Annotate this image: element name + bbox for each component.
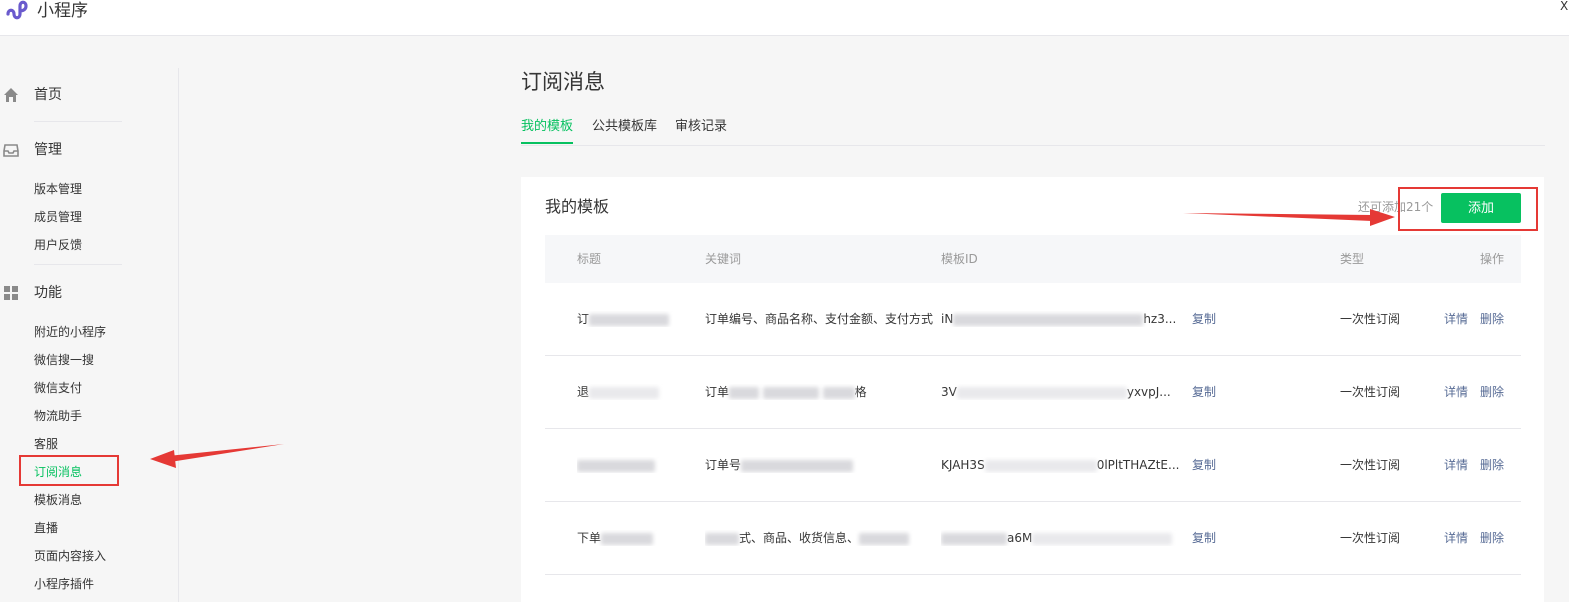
sidebar-divider [34,121,122,122]
column-header-type: 类型 [1340,252,1365,266]
row-title [577,457,697,473]
sidebar-item-member-management[interactable]: 成员管理 [34,208,82,226]
row-keywords: 式、商品、收货信息、 [705,530,937,546]
sidebar-item-label: 管理 [34,142,62,158]
row-type: 一次性订阅 [1340,385,1401,399]
table-row: 订 订单编号、商品名称、支付金额、支付方式 iN hz3... 复制 一次性订阅 … [545,283,1521,356]
copy-link[interactable]: 复制 [1192,530,1216,546]
row-keywords: 订单编号、商品名称、支付金额、支付方式 [705,312,934,326]
row-type: 一次性订阅 [1340,531,1401,545]
tab-bar: 我的模板 公共模板库 审核记录 [521,117,1545,146]
grid-icon [4,286,18,300]
annotation-arrow-sidebar [150,444,284,468]
sidebar-item-home[interactable]: 首页 [0,83,170,107]
sidebar-item-version-management[interactable]: 版本管理 [34,180,82,198]
delete-link[interactable]: 删除 [1480,530,1504,546]
sidebar-item-nearby-mini-programs[interactable]: 附近的小程序 [34,323,106,341]
sidebar-item-label: 首页 [34,87,62,103]
templates-table: 标题 关键词 模板ID 类型 操作 订 订单编号、商品名称、支付金额、支付方式 … [545,235,1521,575]
delete-link[interactable]: 删除 [1480,311,1504,327]
copy-link[interactable]: 复制 [1192,384,1216,400]
sidebar-item-customer-service[interactable]: 客服 [34,435,58,453]
column-header-actions: 操作 [1480,252,1505,266]
delete-link[interactable]: 删除 [1480,457,1504,473]
sidebar-item-user-feedback[interactable]: 用户反馈 [34,236,82,254]
sidebar-divider [178,68,179,602]
row-template-id: iN hz3... [941,312,1177,326]
table-row: 退 订单 格 3V yxvpJ... 复制 一次性订阅 详情 删除 [545,356,1521,429]
tab-public-template-library[interactable]: 公共模板库 [592,117,657,137]
sidebar-item-label: 功能 [34,285,62,301]
table-header: 标题 关键词 模板ID 类型 操作 [545,235,1521,283]
tab-review-records[interactable]: 审核记录 [675,117,727,137]
detail-link[interactable]: 详情 [1444,530,1468,546]
row-title: 下单 [577,530,697,546]
sidebar-item-template-messages[interactable]: 模板消息 [34,491,82,509]
sidebar-divider [34,264,122,265]
detail-link[interactable]: 详情 [1444,384,1468,400]
my-templates-card: 我的模板 还可添加21个 添加 标题 关键词 模板ID 类型 操作 订 订单编号… [521,177,1544,602]
detail-link[interactable]: 详情 [1444,457,1468,473]
row-type: 一次性订阅 [1340,312,1401,326]
tab-my-templates[interactable]: 我的模板 [521,117,573,137]
sidebar-item-features[interactable]: 功能 [0,281,170,305]
row-type: 一次性订阅 [1340,458,1401,472]
inbox-icon [3,144,19,157]
row-template-id: KJAH3S 0lPltTHAZtE... [941,458,1180,472]
sidebar-item-plugins[interactable]: 小程序插件 [34,575,94,593]
column-header-keywords: 关键词 [705,252,742,266]
table-row: 下单 式、商品、收货信息、 a6M 复制 一次性订阅 详情 删除 [545,502,1521,575]
close-icon[interactable]: X [1560,0,1569,12]
sidebar-item-manage[interactable]: 管理 [0,138,170,162]
delete-link[interactable]: 删除 [1480,384,1504,400]
table-row: 订单号 KJAH3S 0lPltTHAZtE... 复制 一次性订阅 详情 删除 [545,429,1521,502]
sidebar-item-logistics-assistant[interactable]: 物流助手 [34,407,82,425]
active-tab-indicator [521,142,573,144]
row-keywords: 订单 格 [705,385,867,399]
home-icon [4,88,18,102]
mini-program-logo-icon [6,0,28,20]
row-title: 订 [577,311,697,327]
column-header-title: 标题 [577,252,602,266]
sidebar-item-wechat-pay[interactable]: 微信支付 [34,379,82,397]
row-template-id: 3V yxvpJ... [941,385,1171,399]
app-title: 小程序 [37,1,88,21]
column-header-template-id: 模板ID [941,252,978,266]
detail-link[interactable]: 详情 [1444,311,1468,327]
row-title: 退 [577,384,697,400]
top-bar: 小程序 X [0,0,1569,36]
sidebar-item-page-content-access[interactable]: 页面内容接入 [34,547,106,565]
sidebar-item-live[interactable]: 直播 [34,519,58,537]
row-template-id: a6M [941,530,1181,546]
page-title: 订阅消息 [521,70,605,94]
annotation-highlight-box [19,455,119,486]
annotation-highlight-box [1398,187,1538,231]
copy-link[interactable]: 复制 [1192,457,1216,473]
row-keywords: 订单号 [705,457,937,473]
sidebar-item-wechat-search[interactable]: 微信搜一搜 [34,351,94,369]
copy-link[interactable]: 复制 [1192,311,1216,327]
card-title: 我的模板 [545,197,610,216]
